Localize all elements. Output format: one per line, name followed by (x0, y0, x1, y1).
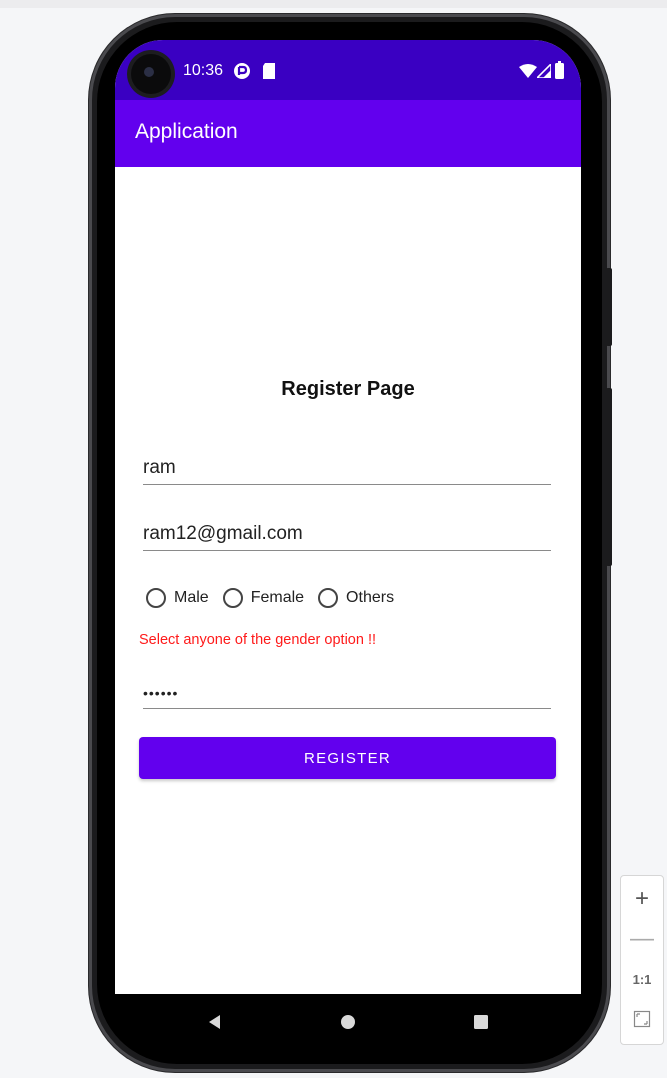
password-input[interactable] (143, 678, 551, 709)
gender-option-female[interactable]: Female (222, 588, 305, 608)
radio-circle-icon[interactable] (146, 588, 166, 608)
back-icon (209, 1015, 220, 1029)
status-time: 10:36 (183, 62, 224, 79)
gender-option-male[interactable]: Male (146, 588, 209, 608)
status-bar: 10:36 (115, 40, 581, 100)
fit-screen-icon (633, 1010, 651, 1028)
battery-icon (555, 61, 564, 79)
zoom-in-button[interactable]: + (621, 880, 663, 918)
zoom-fit-button[interactable] (621, 1000, 663, 1038)
wifi-icon (519, 64, 537, 78)
recents-icon (474, 1015, 488, 1029)
home-icon (341, 1015, 355, 1029)
front-camera (131, 54, 171, 94)
emulator-top-strip (0, 0, 667, 8)
app-bar: Application (115, 100, 581, 167)
volume-button[interactable] (606, 268, 612, 346)
gender-error-message: Select anyone of the gender option !! (139, 632, 377, 648)
signal-icon (537, 64, 551, 78)
navigation-bar (115, 994, 581, 1050)
radio-label: Others (346, 589, 395, 606)
zoom-controls: + — 1:1 (620, 875, 664, 1045)
power-button[interactable] (606, 388, 612, 566)
page-title: Register Page (281, 378, 415, 400)
sd-card-icon (263, 63, 275, 79)
gender-option-others[interactable]: Others (318, 588, 394, 608)
email-input[interactable] (143, 518, 551, 551)
zoom-actual-size-button[interactable]: 1:1 (621, 960, 663, 998)
name-input[interactable] (143, 452, 551, 485)
recents-button[interactable] (451, 994, 511, 1050)
radio-circle-icon[interactable] (222, 588, 243, 608)
app-title: Application (135, 120, 238, 143)
radio-label: Male (174, 589, 209, 606)
home-button[interactable] (318, 994, 378, 1050)
device-screen: 10:36 Application Register Page Male (115, 40, 581, 994)
back-button[interactable] (185, 994, 245, 1050)
gender-radio-group: Male Female Others (146, 588, 408, 608)
radio-label: Female (250, 589, 305, 606)
register-button[interactable]: REGISTER (139, 737, 556, 779)
radio-circle-icon[interactable] (318, 588, 339, 608)
data-saver-icon (234, 63, 250, 79)
zoom-out-button[interactable]: — (621, 920, 663, 958)
